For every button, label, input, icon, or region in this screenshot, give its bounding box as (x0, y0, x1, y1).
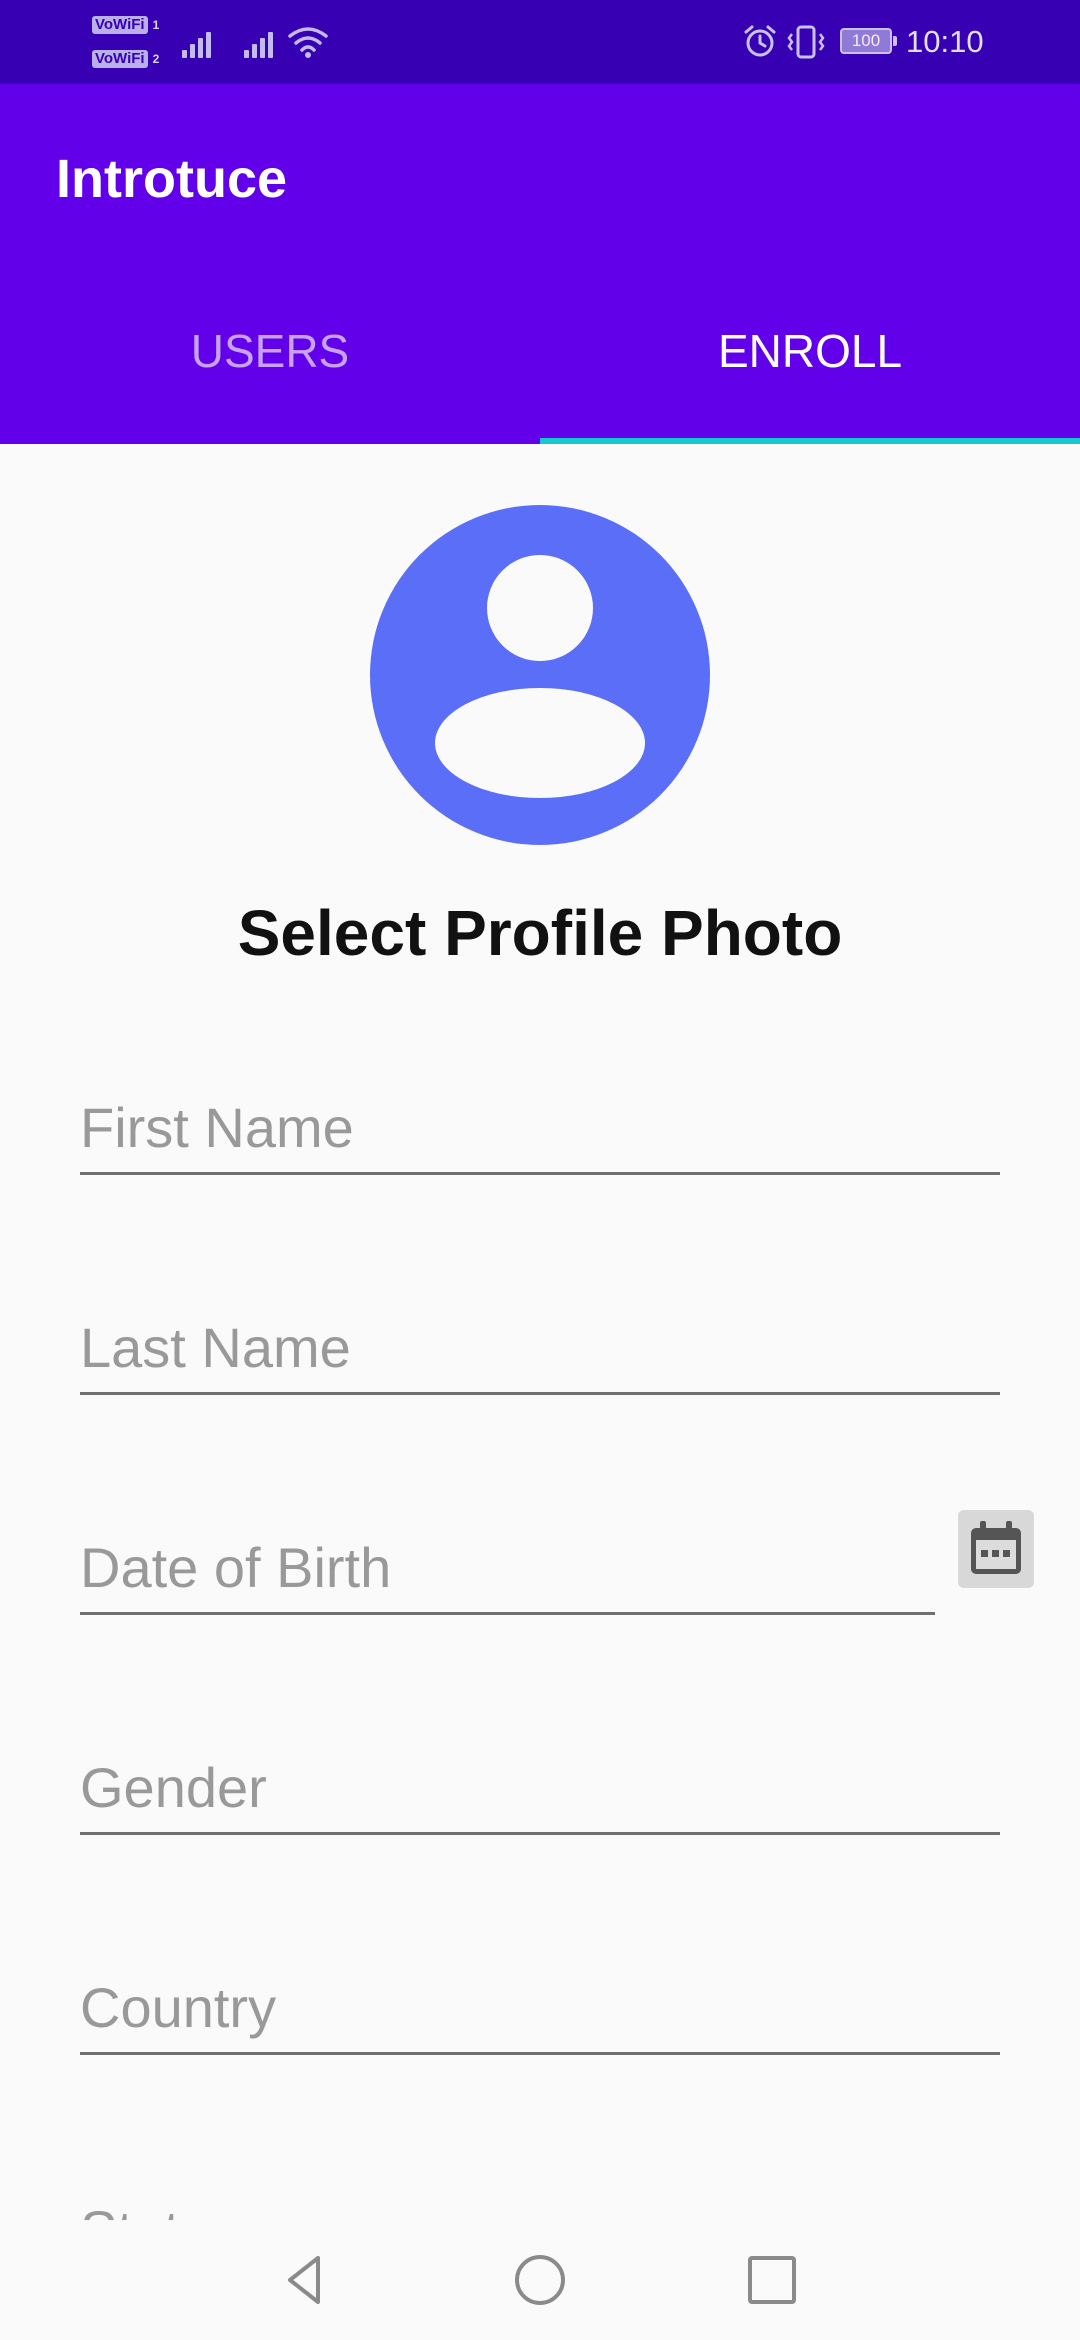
battery-icon: 100 (840, 28, 897, 54)
avatar-body (435, 688, 645, 798)
app-bar: Introtuce USERS ENROLL (0, 84, 1080, 444)
tab-enroll[interactable]: ENROLL (540, 324, 1080, 444)
status-bar: VoWiFi 1 VoWiFi 2 100 10:10 (0, 0, 1080, 84)
avatar-head (487, 555, 593, 661)
last-name-input[interactable] (80, 1315, 1000, 1380)
gender-input[interactable] (80, 1755, 1000, 1820)
vibrate-icon (787, 25, 825, 59)
tab-indicator (540, 438, 1080, 444)
recent-apps-icon[interactable] (744, 2252, 800, 2308)
profile-photo-picker[interactable] (370, 505, 710, 845)
calendar-button[interactable] (958, 1510, 1034, 1588)
system-nav-bar (0, 2220, 1080, 2340)
gender-field (80, 1735, 1000, 1835)
first-name-field (80, 1075, 1000, 1175)
tab-users[interactable]: USERS (0, 324, 540, 444)
wifi-icon (288, 27, 328, 58)
calendar-icon (971, 1521, 1021, 1574)
date-of-birth-field (80, 1515, 935, 1615)
alarm-icon (744, 25, 776, 57)
account-circle-icon (370, 505, 710, 845)
app-title: Introtuce (56, 149, 288, 209)
sim-number-2: 2 (152, 52, 160, 66)
select-profile-photo-label[interactable]: Select Profile Photo (0, 893, 1080, 973)
signal-icon (182, 26, 218, 58)
back-icon[interactable] (278, 2252, 334, 2308)
date-of-birth-input[interactable] (80, 1535, 935, 1600)
country-input[interactable] (80, 1975, 1000, 2040)
vowifi-label-1: VoWiFi (92, 16, 148, 35)
sim-number-1: 1 (152, 18, 160, 32)
screen: VoWiFi 1 VoWiFi 2 100 10:10 Introtuce US… (0, 0, 1080, 2340)
last-name-field (80, 1295, 1000, 1395)
vowifi-indicator-2: VoWiFi 2 (92, 48, 160, 70)
vowifi-indicator-1: VoWiFi 1 (92, 14, 160, 36)
signal-icon (244, 26, 280, 58)
country-field (80, 1955, 1000, 2055)
first-name-input[interactable] (80, 1095, 1000, 1160)
home-icon[interactable] (512, 2252, 568, 2308)
status-time: 10:10 (906, 24, 984, 59)
vowifi-label-2: VoWiFi (92, 50, 148, 69)
